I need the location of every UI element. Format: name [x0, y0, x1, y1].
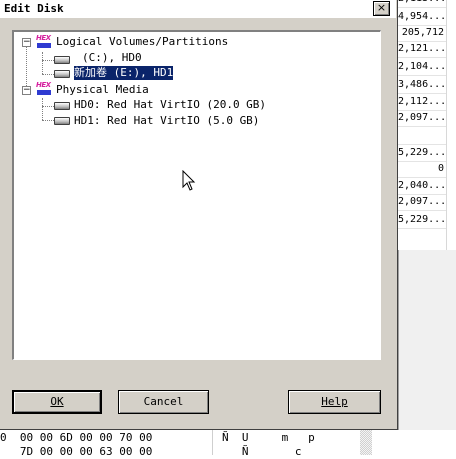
- cancel-button[interactable]: Cancel: [118, 390, 209, 414]
- ok-label: OK: [50, 395, 64, 408]
- disk-tree[interactable]: − HEX Logical Volumes/Partitions (C:), H…: [12, 30, 381, 360]
- tree-line: [42, 120, 54, 121]
- empty-area: [398, 250, 456, 430]
- mouse-cursor-icon: [182, 170, 196, 191]
- hex-scrollbar[interactable]: [360, 430, 372, 455]
- hex-row: 7D 00 00 00 63 00 00: [0, 445, 153, 458]
- size-cell: 2,097...: [398, 109, 446, 127]
- tree-line: [42, 60, 54, 61]
- tree-item-hd1[interactable]: HD1: Red Hat VirtIO (5.0 GB): [74, 114, 259, 128]
- file-size-column: 2,113... 4,954... 205,712 2,121... 2,104…: [398, 0, 446, 250]
- dialog-title: Edit Disk: [4, 2, 64, 15]
- hex-view: 0 00 00 6D 00 00 70 00 7D 00 00 00 63 00…: [0, 430, 456, 458]
- size-cell: 5,229...: [398, 211, 446, 229]
- next-column: [447, 0, 456, 250]
- help-label: Help: [321, 395, 348, 408]
- close-button[interactable]: ×: [373, 1, 390, 16]
- drive-icon: [54, 117, 70, 125]
- drive-icon: [54, 56, 70, 64]
- size-cell: 2,113...: [398, 0, 446, 8]
- title-bar[interactable]: Edit Disk ×: [0, 0, 396, 18]
- edit-disk-dialog: Edit Disk × − HEX Logical Volumes/Partit…: [0, 0, 398, 430]
- tree-item-logical-volumes[interactable]: Logical Volumes/Partitions: [56, 35, 228, 49]
- help-button[interactable]: Help: [288, 390, 381, 414]
- drive-icon: [54, 102, 70, 110]
- size-cell: 2,097...: [398, 193, 446, 211]
- tree-line: [42, 106, 54, 107]
- tree-line: [42, 74, 54, 75]
- char-row: Ñ U m p: [222, 431, 315, 444]
- size-cell: 2,104...: [398, 58, 446, 76]
- hex-row: 0 00 00 6D 00 00 70 00: [0, 431, 153, 444]
- size-cell: 2,121...: [398, 40, 446, 58]
- tree-line: [42, 98, 43, 120]
- collapse-toggle[interactable]: −: [22, 86, 31, 95]
- tree-item-physical-media[interactable]: Physical Media: [56, 83, 149, 97]
- size-cell: 0: [398, 160, 446, 178]
- ok-button[interactable]: OK: [12, 390, 102, 414]
- size-cell: 3,486...: [398, 76, 446, 94]
- hex-disk-icon: HEX: [36, 34, 52, 49]
- hex-separator: [212, 430, 213, 455]
- tree-line: [42, 52, 43, 74]
- tree-item-volume-c[interactable]: (C:), HD0: [82, 51, 142, 65]
- char-row: Ñ c: [222, 445, 315, 458]
- hex-disk-icon: HEX: [36, 81, 52, 96]
- tree-item-hd0[interactable]: HD0: Red Hat VirtIO (20.0 GB): [74, 98, 266, 112]
- cancel-label: Cancel: [143, 395, 184, 408]
- tree-item-volume-e[interactable]: 新加卷 (E:), HD1: [72, 65, 175, 81]
- collapse-toggle[interactable]: −: [22, 38, 31, 47]
- size-cell: [398, 127, 446, 145]
- drive-icon: [54, 70, 70, 78]
